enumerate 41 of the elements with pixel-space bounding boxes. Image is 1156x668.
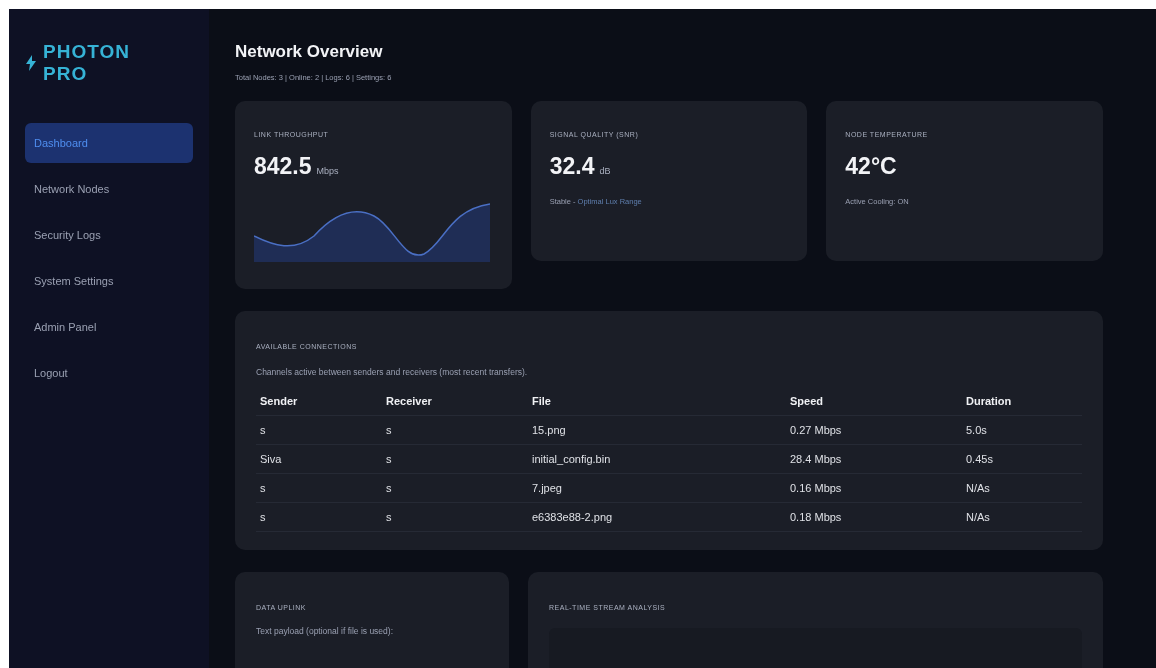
sidebar-item[interactable]: System Settings: [25, 261, 193, 301]
table-cell: s: [382, 502, 528, 532]
sidebar-item[interactable]: Dashboard: [25, 123, 193, 163]
column-header: Duration: [962, 387, 1082, 416]
table-cell: 28.4 Mbps: [786, 444, 962, 474]
column-header: Receiver: [382, 387, 528, 416]
table-cell: 0.16 Mbps: [786, 473, 962, 503]
sidebar-item[interactable]: Security Logs: [25, 215, 193, 255]
table-cell: initial_config.bin: [528, 444, 786, 474]
sidebar-item[interactable]: Network Nodes: [25, 169, 193, 209]
table-cell: s: [256, 473, 382, 503]
table-cell: 0.27 Mbps: [786, 415, 962, 445]
sidebar-item[interactable]: Logout: [25, 353, 193, 393]
metric-value: 42°C: [845, 153, 897, 180]
table-cell: s: [382, 415, 528, 445]
table-cell: 7.jpeg: [528, 473, 786, 503]
brand-logo: PHOTON PRO: [43, 41, 131, 85]
metric-value: 32.4: [549, 153, 595, 180]
table-cell: e6383e88-2.png: [528, 502, 786, 532]
field-label: Text payload (optional if file is used):: [256, 626, 394, 636]
table-cell: Siva: [256, 444, 382, 474]
metric-unit: dB: [599, 166, 611, 176]
table-cell: 0.45s: [962, 444, 1082, 474]
table-cell: 5.0s: [962, 415, 1082, 445]
table-cell: 15.png: [528, 415, 786, 445]
column-header: Speed: [786, 387, 962, 416]
sidebar-item[interactable]: Admin Panel: [25, 307, 193, 347]
table-cell: N/As: [962, 502, 1082, 532]
table-cell: N/As: [962, 473, 1082, 503]
table-cell: s: [382, 444, 528, 474]
page-title: Network Overview: [235, 42, 384, 62]
column-header: Sender: [256, 387, 382, 416]
metric-unit: Mbps: [316, 166, 339, 176]
table-cell: s: [382, 473, 528, 503]
lightning-icon: [25, 55, 37, 71]
table-cell: 0.18 Mbps: [786, 502, 962, 532]
metric-value: 842.5: [254, 153, 312, 180]
table-cell: s: [256, 415, 382, 445]
column-header: File: [528, 387, 786, 416]
table-cell: s: [256, 502, 382, 532]
section-description: Channels active between senders and receivers (most recent transfers).: [256, 367, 528, 377]
